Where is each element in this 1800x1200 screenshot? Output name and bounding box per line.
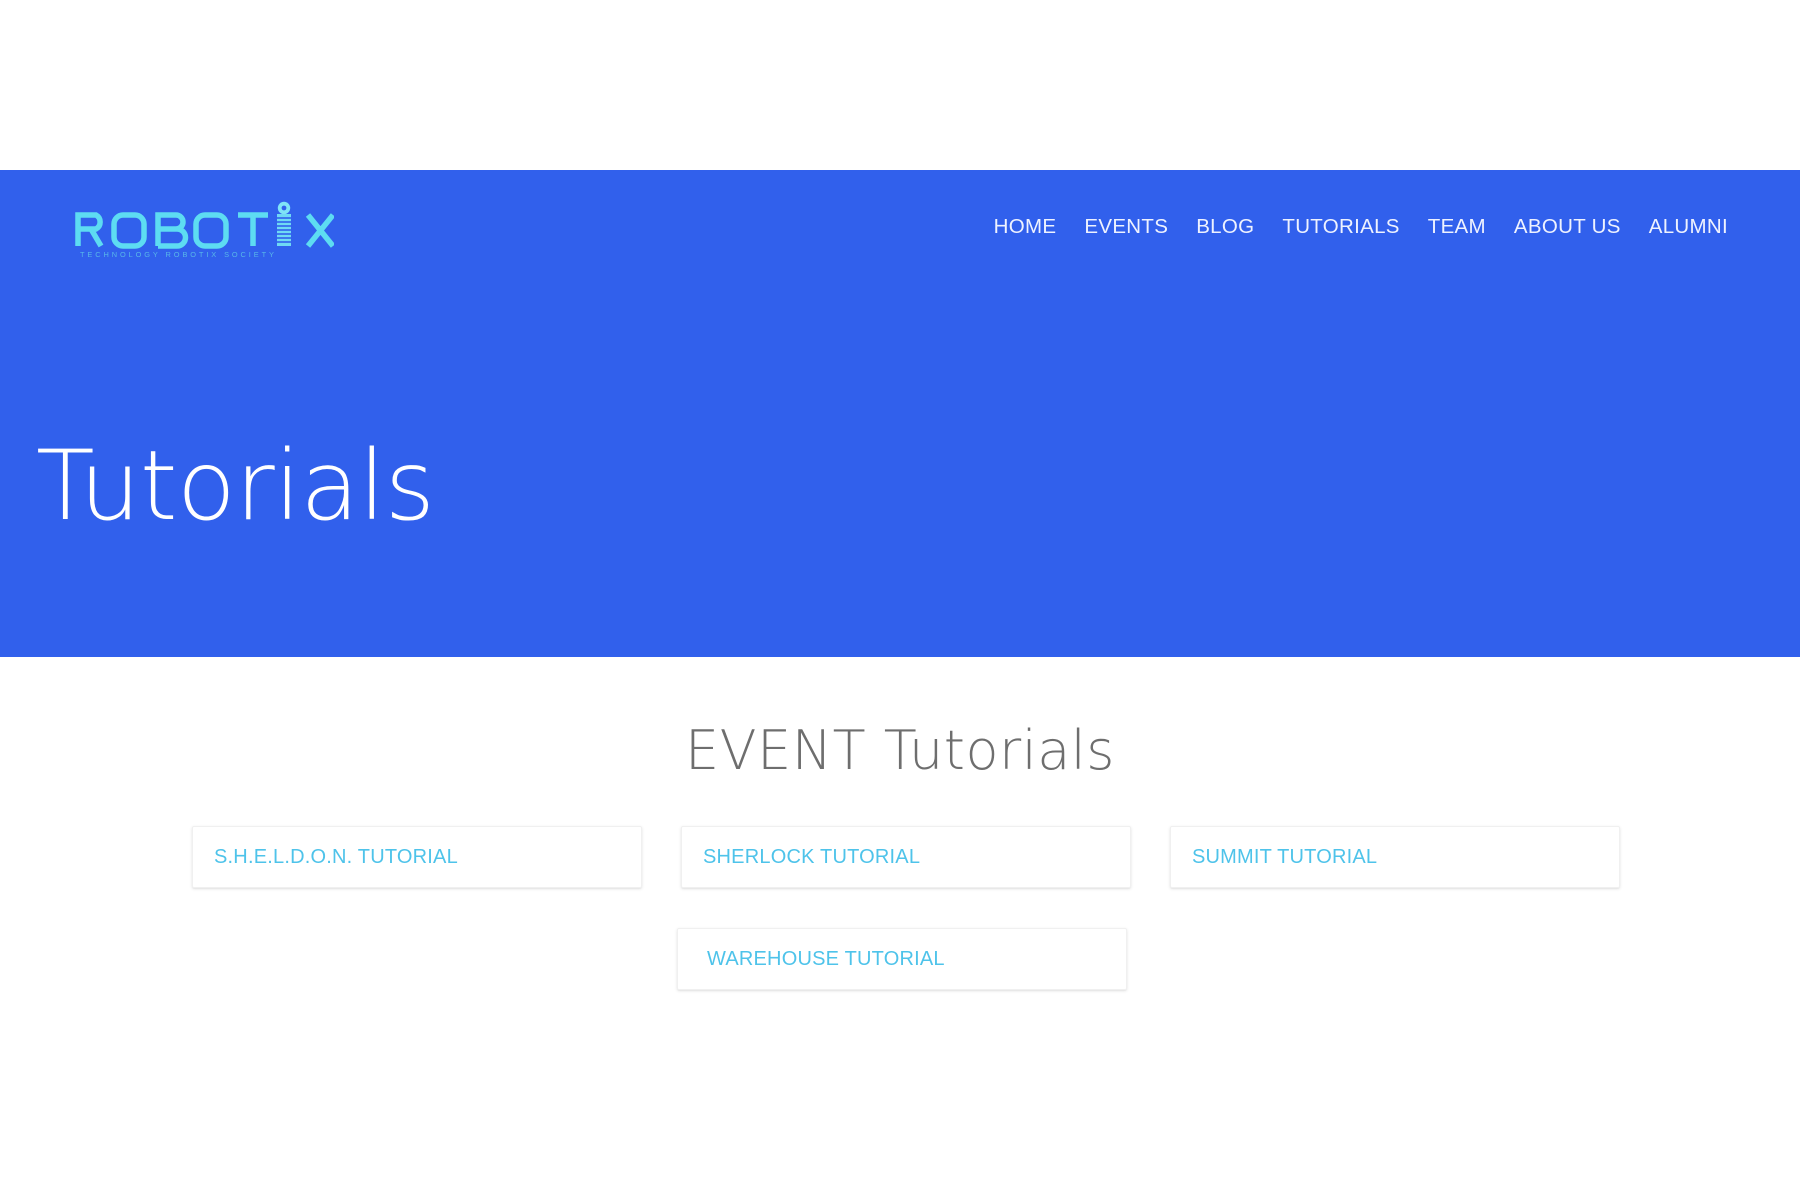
nav-link-about-us[interactable]: ABOUT US bbox=[1500, 209, 1635, 245]
nav-link-events[interactable]: EVENTS bbox=[1070, 209, 1182, 245]
hero-banner: TECHNOLOGY ROBOTIX SOCIETY HOME EVENTS B… bbox=[0, 170, 1800, 657]
tutorial-card-label: S.H.E.L.D.O.N. TUTORIAL bbox=[214, 845, 458, 868]
section-title: EVENT Tutorials bbox=[0, 719, 1800, 782]
top-whitespace bbox=[0, 0, 1800, 170]
tutorial-card-warehouse[interactable]: WAREHOUSE TUTORIAL bbox=[677, 928, 1127, 990]
main-content: EVENT Tutorials S.H.E.L.D.O.N. TUTORIAL … bbox=[0, 657, 1800, 1200]
nav-link-blog[interactable]: BLOG bbox=[1182, 209, 1268, 245]
site-logo[interactable]: TECHNOLOGY ROBOTIX SOCIETY bbox=[72, 199, 334, 261]
tutorial-card-summit[interactable]: SUMMIT TUTORIAL bbox=[1170, 826, 1620, 888]
section-title-prefix: EVENT bbox=[685, 719, 867, 782]
nav-link-team[interactable]: TEAM bbox=[1414, 209, 1500, 245]
main-navigation: HOME EVENTS BLOG TUTORIALS TEAM ABOUT US… bbox=[980, 209, 1742, 245]
tutorial-card-row-2: WAREHOUSE TUTORIAL bbox=[192, 928, 1608, 990]
nav-link-home[interactable]: HOME bbox=[980, 209, 1071, 245]
tutorial-cards-grid: S.H.E.L.D.O.N. TUTORIAL SHERLOCK TUTORIA… bbox=[186, 826, 1620, 990]
tutorial-card-row-1: S.H.E.L.D.O.N. TUTORIAL SHERLOCK TUTORIA… bbox=[192, 826, 1620, 888]
tutorial-card-label: SUMMIT TUTORIAL bbox=[1192, 845, 1378, 868]
bottom-whitespace bbox=[0, 1030, 1800, 1200]
page-root: TECHNOLOGY ROBOTIX SOCIETY HOME EVENTS B… bbox=[0, 0, 1800, 1200]
tutorial-card-label: SHERLOCK TUTORIAL bbox=[703, 845, 921, 868]
section-title-suffix: Tutorials bbox=[866, 719, 1115, 782]
page-title: Tutorials bbox=[36, 430, 435, 542]
tutorial-card-sherlock[interactable]: SHERLOCK TUTORIAL bbox=[681, 826, 1131, 888]
tutorial-card-sheldon[interactable]: S.H.E.L.D.O.N. TUTORIAL bbox=[192, 826, 642, 888]
nav-link-alumni[interactable]: ALUMNI bbox=[1635, 209, 1742, 245]
screw-bolt-icon bbox=[277, 201, 291, 246]
logo-tagline: TECHNOLOGY ROBOTIX SOCIETY bbox=[80, 250, 277, 259]
nav-link-tutorials[interactable]: TUTORIALS bbox=[1268, 209, 1413, 245]
tutorial-card-label: WAREHOUSE TUTORIAL bbox=[707, 947, 945, 970]
site-header: TECHNOLOGY ROBOTIX SOCIETY HOME EVENTS B… bbox=[0, 170, 1800, 275]
robotix-logo-svg: TECHNOLOGY ROBOTIX SOCIETY bbox=[75, 201, 334, 259]
